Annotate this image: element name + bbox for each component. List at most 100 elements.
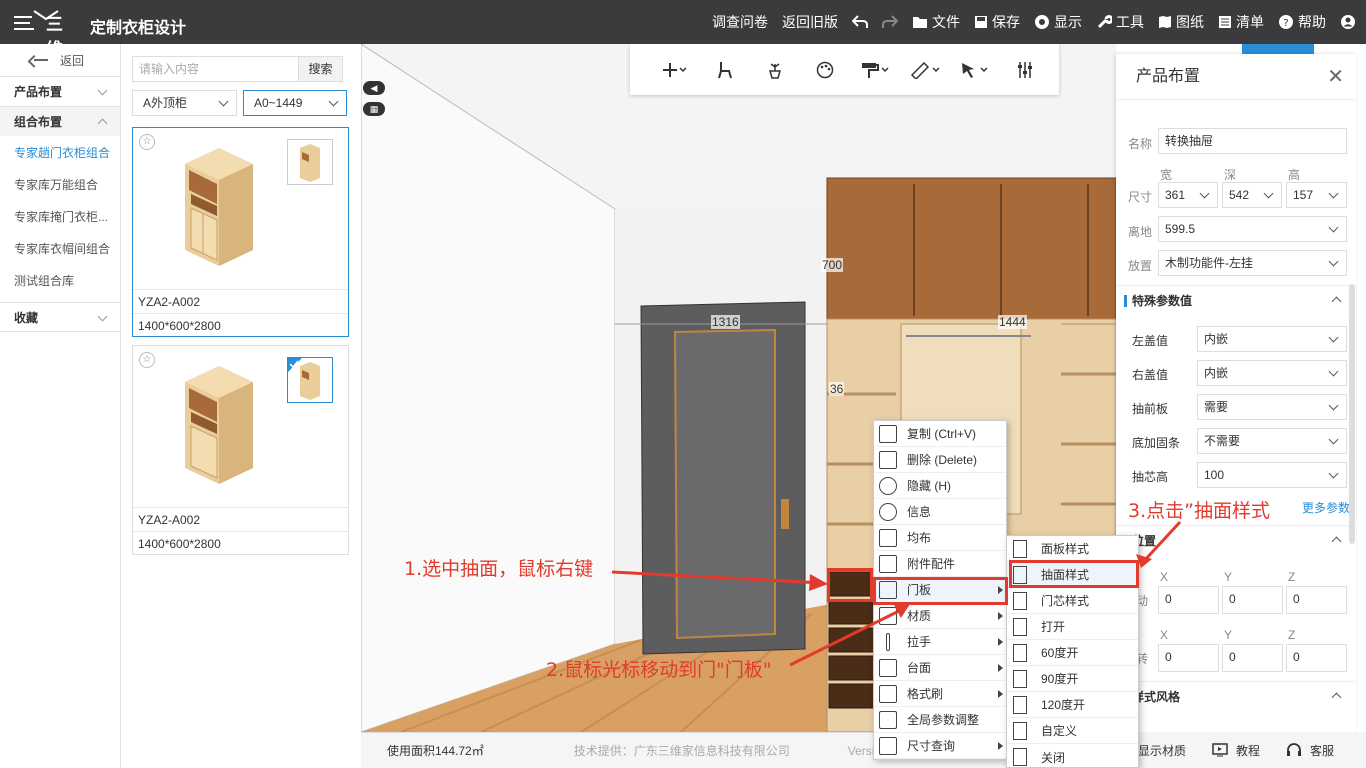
hide-menu-item[interactable]: 隐藏 (H) [874, 473, 1006, 499]
move-z-field[interactable]: 0 [1286, 586, 1347, 614]
search-input[interactable]: 请输入内容 [132, 56, 299, 82]
group-item[interactable]: 专家趟门衣柜组合 [0, 136, 120, 168]
global-params-menu-item[interactable]: 全局参数调整 [874, 707, 1006, 733]
param-select[interactable]: 需要 [1197, 394, 1347, 420]
param-label: 左盖值 [1132, 334, 1169, 348]
offground-select[interactable]: 599.5 [1158, 216, 1347, 242]
open-120-item[interactable]: 120度开 [1007, 692, 1138, 718]
range-select[interactable]: A0~1449 [243, 90, 347, 116]
help-menu[interactable]: ? 帮助 [1278, 12, 1326, 32]
close-icon[interactable]: ✕ [1327, 54, 1344, 100]
headset-icon [1287, 743, 1302, 756]
redo-icon [882, 15, 898, 28]
group-item[interactable]: 专家库衣帽间组合 [0, 232, 120, 264]
panel-style-item[interactable]: 面板样式 [1007, 536, 1138, 562]
z-label: Z [1288, 570, 1296, 584]
distribute-menu-item[interactable]: 均布 [874, 525, 1006, 551]
star-icon[interactable]: ☆ [139, 134, 155, 150]
open-60-item[interactable]: 60度开 [1007, 640, 1138, 666]
paint-tool[interactable] [850, 55, 900, 85]
grid-view-button[interactable]: ▦ [363, 102, 385, 116]
nav-section-favorites[interactable]: 收藏 [0, 302, 120, 332]
panel-scrollbar[interactable] [1349, 284, 1355, 544]
custom-item[interactable]: 自定义 [1007, 718, 1138, 744]
handle-menu-item[interactable]: 拉手 [874, 629, 1006, 655]
size-query-menu-item[interactable]: 尺寸查询 [874, 733, 1006, 759]
material-menu-item[interactable]: 材质 [874, 603, 1006, 629]
move-y-field[interactable]: 0 [1222, 586, 1283, 614]
ruler-tool[interactable] [900, 55, 950, 85]
door-core-style-item[interactable]: 门芯样式 [1007, 588, 1138, 614]
nav-section-product[interactable]: 产品布置 [0, 76, 120, 106]
countertop-menu-item[interactable]: 台面 [874, 655, 1006, 681]
display-menu[interactable]: 显示 [1034, 12, 1082, 32]
type-select[interactable]: A外顶柜 [132, 90, 237, 116]
add-tool[interactable] [650, 55, 700, 85]
depth-select[interactable]: 542 [1222, 182, 1282, 208]
attachment-menu-item[interactable]: 附件配件 [874, 551, 1006, 577]
distribute-icon [879, 528, 897, 547]
show-material-button[interactable]: 显示材质 [1138, 742, 1186, 759]
star-icon[interactable]: ☆ [139, 352, 155, 368]
tutorial-button[interactable]: 教程 [1212, 742, 1260, 759]
user-menu[interactable] [1340, 14, 1356, 30]
position-section[interactable]: 位置 [1116, 525, 1356, 555]
collapse-panel-button[interactable]: ◀ [363, 81, 385, 95]
group-item[interactable]: 专家库掩门衣柜... [0, 200, 120, 232]
undo-button[interactable] [852, 15, 868, 29]
style-section[interactable]: 样式风格 [1116, 681, 1356, 711]
rotate-x-field[interactable]: 0 [1158, 644, 1219, 672]
settings-tool[interactable] [1000, 55, 1050, 85]
param-select[interactable]: 内嵌 [1197, 360, 1347, 386]
redo-button[interactable] [882, 15, 898, 29]
search-button[interactable]: 搜索 [298, 56, 343, 82]
menu-item-label: 台面 [907, 661, 932, 675]
move-x-field[interactable]: 0 [1158, 586, 1219, 614]
product-thumbnail[interactable] [287, 357, 333, 403]
list-menu[interactable]: 清单 [1218, 12, 1264, 32]
close-item[interactable]: 关闭 [1007, 744, 1138, 768]
open-90-item[interactable]: 90度开 [1007, 666, 1138, 692]
old-version-menu[interactable]: 返回旧版 [782, 12, 838, 32]
height-select[interactable]: 157 [1286, 182, 1347, 208]
param-select[interactable]: 100 [1197, 462, 1347, 488]
chevron-down-icon [218, 96, 229, 107]
palette-tool[interactable] [800, 55, 850, 85]
survey-menu[interactable]: 调查问卷 [712, 12, 768, 32]
info-menu-item[interactable]: 信息 [874, 499, 1006, 525]
display-label: 显示 [1054, 14, 1082, 30]
nav-section-group[interactable]: 组合布置 [0, 106, 120, 136]
eye-slash-icon [879, 476, 897, 495]
name-field[interactable]: 转换抽屉 [1158, 128, 1347, 154]
product-card[interactable]: ☆ YZA2-A002 1400*600*2800 [132, 127, 349, 337]
chevron-up-icon [97, 118, 108, 129]
app-title: 定制衣柜设计 [90, 20, 187, 37]
rotate-z-field[interactable]: 0 [1286, 644, 1347, 672]
drawing-menu[interactable]: 图纸 [1158, 12, 1204, 32]
wall-tool[interactable] [700, 55, 750, 85]
select-tool[interactable] [950, 55, 1000, 85]
placement-select[interactable]: 木制功能件-左挂 [1158, 250, 1347, 276]
copy-menu-item[interactable]: 复制 (Ctrl+V) [874, 421, 1006, 447]
group-item[interactable]: 专家库万能组合 [0, 168, 120, 200]
service-button[interactable]: 客服 [1286, 742, 1334, 759]
back-button[interactable]: 返回 [0, 44, 120, 76]
open-item[interactable]: 打开 [1007, 614, 1138, 640]
product-thumbnail[interactable] [287, 139, 333, 185]
format-brush-menu-item[interactable]: 格式刷 [874, 681, 1006, 707]
tools-menu[interactable]: 工具 [1096, 12, 1144, 32]
param-select[interactable]: 内嵌 [1197, 326, 1347, 352]
map-icon [1159, 16, 1171, 28]
file-menu[interactable]: 文件 [912, 12, 960, 32]
more-params-link[interactable]: 更多参数 [1302, 499, 1350, 516]
plant-tool[interactable] [750, 55, 800, 85]
delete-menu-item[interactable]: 删除 (Delete) [874, 447, 1006, 473]
save-menu[interactable]: 保存 [974, 12, 1020, 32]
group-item[interactable]: 测试组合库 [0, 264, 120, 296]
param-select[interactable]: 不需要 [1197, 428, 1347, 454]
width-select[interactable]: 361 [1158, 182, 1218, 208]
product-card[interactable]: ☆ YZA2-A002 1400*600*2800 [132, 345, 349, 555]
rotate-y-field[interactable]: 0 [1222, 644, 1283, 672]
app-logo[interactable]: 三维家 [12, 8, 78, 84]
special-params-section[interactable]: 特殊参数值 [1116, 285, 1356, 315]
